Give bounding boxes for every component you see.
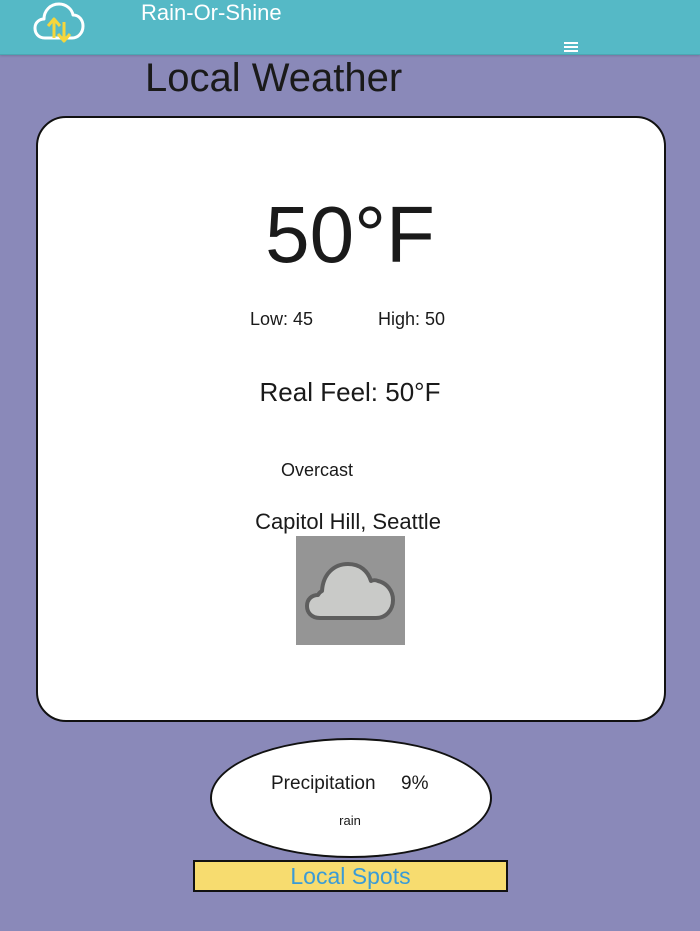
real-feel: Real Feel: 50°F: [259, 377, 441, 407]
location-name: Capitol Hill, Seattle: [255, 509, 441, 534]
weather-condition: Overcast: [281, 460, 354, 480]
precipitation-panel: [210, 738, 492, 858]
hamburger-menu-icon[interactable]: [561, 42, 581, 56]
cloud-sync-icon[interactable]: [33, 0, 85, 46]
current-temperature: 50°F: [265, 190, 435, 279]
brand-name[interactable]: Rain-Or-Shine: [141, 0, 282, 26]
top-nav-bar: Rain-Or-Shine: [0, 0, 700, 55]
low-temperature: Low: 45: [250, 309, 314, 329]
high-temperature: High: 50: [378, 309, 446, 329]
precipitation-label: Precipitation: [271, 773, 376, 794]
local-spots-button[interactable]: Local Spots: [193, 860, 508, 892]
cloud-icon: [296, 536, 405, 645]
precipitation-type: rain: [339, 813, 361, 828]
page-title: Local Weather: [145, 56, 403, 100]
precipitation-value: 9%: [401, 773, 429, 794]
